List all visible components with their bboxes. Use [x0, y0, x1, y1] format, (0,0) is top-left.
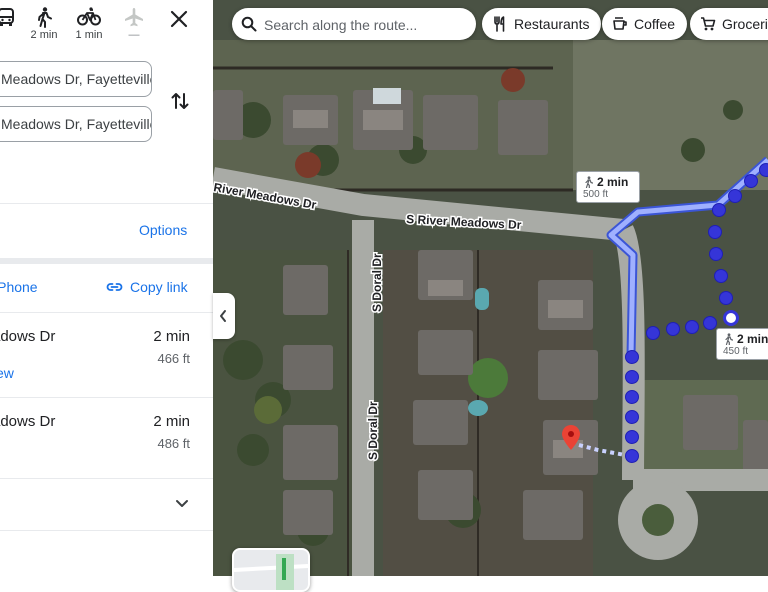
chip-restaurants[interactable]: Restaurants: [482, 8, 601, 40]
walking-icon: [583, 176, 593, 188]
chip-label: Restaurants: [514, 16, 589, 32]
shopping-cart-icon: [700, 16, 716, 32]
mode-cycling-time: 1 min: [69, 29, 109, 41]
satellite-map: River Meadows Dr S River Meadows Dr S Do…: [213, 0, 768, 576]
mode-walking[interactable]: 2 min: [24, 6, 64, 41]
close-icon: [168, 8, 190, 30]
street-label: S Doral Dr: [370, 253, 384, 312]
route-callout[interactable]: 2 min 450 ft: [716, 328, 768, 360]
mode-cycling[interactable]: 1 min: [69, 6, 109, 41]
chip-groceries[interactable]: Groceries: [690, 8, 768, 40]
route-time: 2 min: [100, 413, 190, 430]
coffee-icon: [612, 16, 628, 32]
callout-distance: 500 ft: [583, 189, 633, 200]
search-along-route[interactable]: [232, 8, 476, 40]
divider: [0, 312, 213, 313]
divider: [0, 203, 213, 204]
route-details-link[interactable]: ew: [0, 365, 14, 381]
copy-link-button[interactable]: Copy link: [106, 279, 188, 295]
callout-time: 2 min: [597, 175, 628, 189]
bus-icon: [0, 6, 26, 28]
mode-flight[interactable]: —: [114, 6, 154, 41]
copy-link-label: Copy link: [130, 279, 188, 295]
route-name: adows Dr: [0, 328, 55, 345]
waypoint-marker: [725, 312, 738, 325]
mode-transit[interactable]: [0, 6, 26, 29]
route-distance: 466 ft: [100, 351, 190, 366]
mode-flight-time: —: [114, 29, 154, 41]
chip-label: Coffee: [634, 16, 675, 32]
section-divider: [0, 258, 213, 264]
bicycle-icon: [69, 6, 109, 28]
route-distance: 486 ft: [100, 436, 190, 451]
map-view[interactable]: River Meadows Dr S River Meadows Dr S Do…: [213, 0, 768, 576]
divider: [0, 530, 213, 531]
walking-icon: [723, 333, 733, 345]
chip-label: Groceries: [722, 16, 768, 32]
map-layers-button[interactable]: [232, 548, 310, 592]
chip-coffee[interactable]: Coffee: [602, 8, 687, 40]
map-layer-thumbnail: [234, 550, 308, 590]
expand-button[interactable]: [175, 496, 189, 506]
chevron-down-icon: [175, 499, 189, 509]
airplane-icon: [114, 6, 154, 28]
close-button[interactable]: [168, 8, 190, 30]
walking-icon: [24, 6, 64, 28]
search-icon: [241, 16, 257, 32]
search-input[interactable]: [262, 8, 466, 42]
destination-input[interactable]: Meadows Dr, Fayetteville, AR: [0, 106, 152, 142]
link-icon: [106, 282, 123, 292]
directions-panel: 2 min 1 min — Meadows Dr, Fayetteville, …: [0, 0, 214, 576]
swap-icon: [170, 90, 190, 112]
collapse-panel-button[interactable]: [213, 293, 235, 339]
options-button[interactable]: Options: [139, 222, 187, 238]
callout-time: 2 min: [737, 332, 768, 346]
route-time: 2 min: [100, 328, 190, 345]
mode-walking-time: 2 min: [24, 29, 64, 41]
chevron-left-icon: [213, 293, 235, 339]
origin-input[interactable]: Meadows Dr, Fayetteville, AR: [0, 61, 152, 97]
street-label: S Doral Dr: [366, 401, 380, 460]
route-callout[interactable]: 2 min 500 ft: [576, 171, 640, 203]
route-name: adows Dr: [0, 413, 55, 430]
send-to-phone-link[interactable]: iPhone: [0, 279, 38, 295]
swap-button[interactable]: [170, 90, 190, 112]
callout-distance: 450 ft: [723, 346, 768, 357]
divider: [0, 397, 213, 398]
restaurant-icon: [492, 16, 508, 32]
divider: [0, 478, 213, 479]
